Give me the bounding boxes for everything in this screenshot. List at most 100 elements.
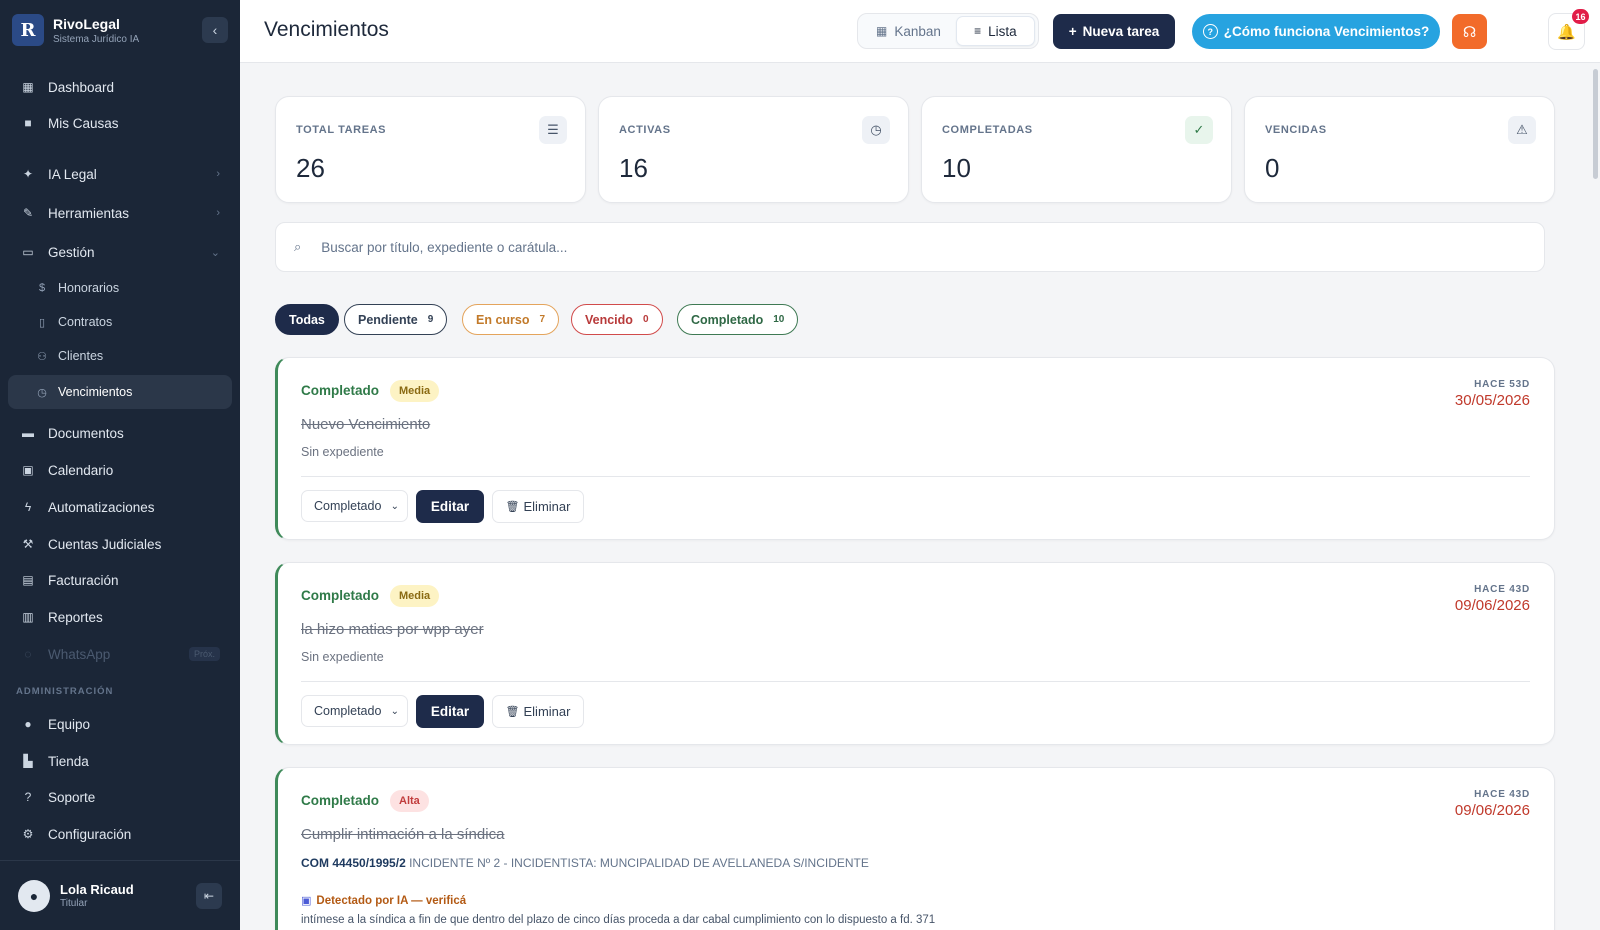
- main-content: TOTAL TAREAS 26 ☰ ACTIVAS 16 ◷ COMPLETAD…: [240, 63, 1600, 930]
- question-icon: ?: [1202, 24, 1218, 39]
- chevron-down-icon: ⌄: [390, 705, 399, 717]
- task-expediente: Sin expediente: [301, 650, 384, 664]
- warning-icon: ⚠: [1508, 116, 1536, 144]
- clock-icon: ◷: [862, 116, 890, 144]
- sidebar-item-equipo[interactable]: ● Equipo: [8, 707, 232, 741]
- list-view-button[interactable]: ≡ Lista: [955, 16, 1035, 46]
- ai-detected-tag: ▣ Detectado por IA — verificá: [301, 894, 467, 908]
- task-status: Completado: [301, 383, 380, 398]
- edit-button[interactable]: Editar: [416, 695, 484, 728]
- sidebar-item-ia-legal[interactable]: ✦ IA Legal ›: [8, 157, 232, 191]
- sidebar-item-contratos[interactable]: ▯ Contratos: [8, 305, 232, 339]
- divider: [301, 681, 1530, 682]
- stat-activas: ACTIVAS 16 ◷: [598, 96, 909, 203]
- sidebar-item-cuentas-judiciales[interactable]: ⚒ Cuentas Judiciales: [8, 527, 232, 561]
- sparkle-icon: ✦: [22, 167, 34, 181]
- clock-icon: ◷: [37, 386, 47, 399]
- help-button[interactable]: ? ¿Cómo funciona Vencimientos?: [1192, 14, 1440, 49]
- section-label-admin: ADMINISTRACIÓN: [16, 686, 114, 697]
- sidebar-item-honorarios[interactable]: $ Honorarios: [8, 271, 232, 305]
- filter-en-curso[interactable]: En curso 7: [462, 304, 560, 335]
- sidebar-item-dashboard[interactable]: ▦ Dashboard: [8, 70, 232, 104]
- invoice-icon: ▤: [22, 573, 34, 587]
- sidebar-item-automatizaciones[interactable]: ϟ Automatizaciones: [8, 490, 232, 524]
- headset-icon: ☊: [1462, 23, 1477, 41]
- task-title: la hizo matias por wpp ayer: [301, 621, 484, 638]
- gear-icon: ⚙: [22, 827, 34, 841]
- task-ago: HACE 53D: [1474, 379, 1530, 390]
- status-select[interactable]: Completado ⌄: [301, 490, 408, 522]
- user-profile: ● Lola Ricaud Titular ⇤: [0, 860, 240, 930]
- sidebar: R RivoLegal Sistema Jurídico IA ‹ ▦ Dashb…: [0, 0, 240, 930]
- sidebar-item-configuracion[interactable]: ⚙ Configuración: [8, 817, 232, 851]
- search-icon: ⌕: [294, 239, 302, 254]
- stat-completadas: COMPLETADAS 10 ✓: [921, 96, 1232, 203]
- sidebar-item-mis-causas[interactable]: ■ Mis Causas: [8, 106, 232, 140]
- task-expediente: Sin expediente: [301, 445, 384, 459]
- bolt-icon: ϟ: [24, 500, 32, 514]
- stat-total-tareas: TOTAL TAREAS 26 ☰: [275, 96, 586, 203]
- chevron-right-icon: ›: [216, 168, 220, 180]
- sidebar-item-soporte[interactable]: ? Soporte: [8, 780, 232, 814]
- delete-button[interactable]: 🗑 Eliminar: [492, 490, 584, 523]
- sidebar-item-facturacion[interactable]: ▤ Facturación: [8, 563, 232, 597]
- task-ago: HACE 43D: [1474, 584, 1530, 595]
- avatar[interactable]: ●: [18, 879, 50, 912]
- filter-vencido[interactable]: Vencido 0: [571, 304, 663, 335]
- sidebar-item-gestion[interactable]: ▭ Gestión ⌄: [8, 235, 232, 269]
- task-card: Completado Alta Cumplir intimación a la …: [275, 767, 1555, 930]
- logout-button[interactable]: ⇤: [196, 882, 222, 909]
- chevron-down-icon: ⌄: [210, 246, 220, 259]
- page-title: Vencimientos: [264, 18, 389, 41]
- divider: [301, 476, 1530, 477]
- dashboard-icon: ▦: [22, 80, 34, 94]
- task-title: Cumplir intimación a la síndica: [301, 826, 505, 843]
- file-icon: ▯: [38, 316, 46, 329]
- user-name: Lola Ricaud: [60, 882, 134, 897]
- list-icon: ≡: [974, 24, 982, 38]
- delete-button[interactable]: 🗑 Eliminar: [492, 695, 584, 728]
- collapse-sidebar-button[interactable]: ‹: [202, 17, 228, 43]
- top-header: Vencimientos ▦ Kanban ≡ Lista + Nueva tarea…: [240, 0, 1600, 63]
- users-icon: ⚇: [37, 350, 47, 363]
- gavel-icon: ⚒: [22, 537, 34, 551]
- notifications-button[interactable]: 🔔 16: [1548, 9, 1589, 50]
- task-card: Completado Media Nuevo Vencimiento Sin e…: [275, 357, 1555, 540]
- task-expediente: COM 44450/1995/2 INCIDENTE Nº 2 - INCIDE…: [301, 856, 869, 870]
- sidebar-item-vencimientos[interactable]: ◷ Vencimientos: [8, 375, 232, 409]
- user-avatar-icon: ●: [29, 887, 39, 904]
- priority-badge: Media: [390, 380, 440, 402]
- scrollbar[interactable]: [1593, 69, 1598, 179]
- trash-icon: 🗑: [505, 706, 520, 718]
- view-toggle: ▦ Kanban ≡ Lista: [857, 13, 1039, 49]
- task-title: Nuevo Vencimiento: [301, 416, 431, 433]
- sidebar-item-reportes[interactable]: ▥ Reportes: [8, 600, 232, 634]
- sidebar-item-calendario[interactable]: ▣ Calendario: [8, 453, 232, 487]
- task-card: Completado Media la hizo matias por wpp …: [275, 562, 1555, 745]
- chevron-left-icon: ‹: [212, 22, 218, 38]
- edit-button[interactable]: Editar: [416, 490, 484, 523]
- notification-count-badge: 16: [1572, 9, 1589, 24]
- filter-todas[interactable]: Todas: [275, 304, 339, 335]
- user-icon: ●: [24, 717, 32, 731]
- brand-subtitle: Sistema Jurídico IA: [53, 33, 140, 45]
- task-status: Completado: [301, 588, 380, 603]
- task-date: 09/06/2026: [1454, 802, 1530, 819]
- sidebar-item-whatsapp: ◌ WhatsApp Próx.: [8, 637, 232, 671]
- search-input[interactable]: [321, 239, 1526, 255]
- filter-completado[interactable]: Completado 10: [677, 304, 799, 335]
- kanban-view-button[interactable]: ▦ Kanban: [861, 16, 956, 46]
- status-select[interactable]: Completado ⌄: [301, 695, 408, 727]
- sidebar-item-tienda[interactable]: ▙ Tienda: [8, 744, 232, 778]
- task-ago: HACE 43D: [1474, 789, 1530, 800]
- coming-soon-badge: Próx.: [188, 647, 220, 661]
- sidebar-item-documentos[interactable]: ▬ Documentos: [8, 416, 232, 450]
- sidebar-item-herramientas[interactable]: ✎ Herramientas ›: [8, 196, 232, 230]
- whatsapp-icon: ◌: [24, 647, 32, 661]
- new-task-button[interactable]: + Nueva tarea: [1053, 14, 1175, 49]
- documents-icon: ▬: [22, 426, 34, 440]
- filter-pendiente[interactable]: Pendiente 9: [344, 304, 448, 335]
- check-circle-icon: ✓: [1185, 116, 1213, 144]
- support-button[interactable]: ☊: [1452, 14, 1487, 49]
- sidebar-item-clientes[interactable]: ⚇ Clientes: [8, 339, 232, 373]
